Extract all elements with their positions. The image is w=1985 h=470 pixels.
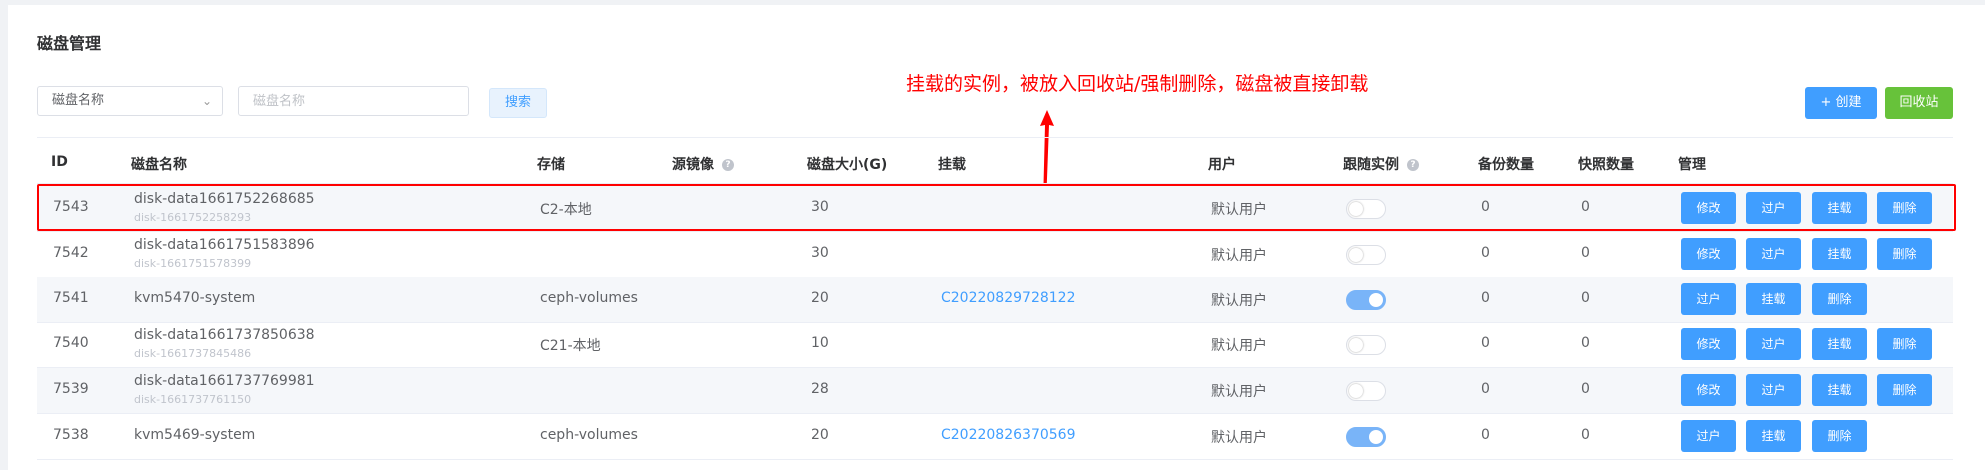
mount-button[interactable]: 挂载 <box>1812 328 1867 360</box>
table-row: 7542 disk-data1661751583896 disk-166175157… <box>37 232 1953 278</box>
delete-button[interactable]: 删除 <box>1812 283 1867 315</box>
cell-backup-count: 0 <box>1481 335 1490 351</box>
transfer-button[interactable]: 过户 <box>1746 328 1801 360</box>
cell-snapshot-count: 0 <box>1581 245 1590 261</box>
cell-size: 20 <box>811 427 829 443</box>
search-button[interactable]: 搜索 <box>489 88 547 118</box>
column-header-source-image: 源镜像? <box>672 154 734 174</box>
cell-disk-name: kvm5470-system <box>134 290 256 306</box>
edit-button[interactable]: 修改 <box>1681 238 1736 270</box>
cell-user: 默认用户 <box>1211 293 1267 309</box>
cell-storage: C21-本地 <box>540 338 601 354</box>
cell-id: 7540 <box>53 335 89 351</box>
search-input[interactable] <box>238 86 469 116</box>
cell-backup-count: 0 <box>1481 427 1490 443</box>
follow-instance-toggle[interactable] <box>1346 427 1386 447</box>
follow-instance-toggle[interactable] <box>1346 245 1386 265</box>
column-header-size: 磁盘大小(G) <box>807 157 888 173</box>
toggle-knob <box>1349 384 1363 398</box>
cell-snapshot-count: 0 <box>1581 290 1590 306</box>
cell-id: 7539 <box>53 381 89 397</box>
cell-size: 30 <box>811 245 829 261</box>
cell-snapshot-count: 0 <box>1581 335 1590 351</box>
follow-instance-toggle[interactable] <box>1346 290 1386 310</box>
transfer-button[interactable]: 过户 <box>1681 283 1736 315</box>
cell-user: 默认用户 <box>1211 338 1267 354</box>
edit-button[interactable]: 修改 <box>1681 374 1736 406</box>
column-header-snapshot-count: 快照数量 <box>1578 157 1634 173</box>
cell-size: 20 <box>811 290 829 306</box>
cell-size: 28 <box>811 381 829 397</box>
annotation-highlight-box <box>37 184 1956 231</box>
mount-button[interactable]: 挂载 <box>1746 283 1801 315</box>
table-row: 7540 disk-data1661737850638 disk-166173784… <box>37 322 1953 368</box>
follow-instance-toggle[interactable] <box>1346 335 1386 355</box>
cell-backup-count: 0 <box>1481 381 1490 397</box>
help-icon[interactable]: ? <box>1407 159 1419 171</box>
delete-button[interactable]: 删除 <box>1877 238 1932 270</box>
column-header-name: 磁盘名称 <box>131 157 187 173</box>
cell-snapshot-count: 0 <box>1581 381 1590 397</box>
toggle-knob <box>1349 338 1363 352</box>
cell-user: 默认用户 <box>1211 248 1267 264</box>
cell-disk-name: disk-data1661737769981 <box>134 373 315 389</box>
cell-disk-subname: disk-1661737761150 <box>134 393 252 406</box>
page-title: 磁盘管理 <box>37 34 102 53</box>
select-value: 磁盘名称 <box>52 93 105 108</box>
column-header-backup-count: 备份数量 <box>1478 157 1534 173</box>
annotation-text: 挂载的实例，被放入回收站/强制删除，磁盘被直接卸载 <box>906 73 1369 95</box>
create-button[interactable]: + 创建 <box>1805 87 1877 119</box>
cell-mount-link[interactable]: C20220826370569 <box>941 427 1075 443</box>
cell-size: 10 <box>811 335 829 351</box>
mount-button[interactable]: 挂载 <box>1812 374 1867 406</box>
toggle-knob <box>1369 430 1383 444</box>
column-header-follow-instance: 跟随实例? <box>1343 154 1419 174</box>
toggle-knob <box>1369 293 1383 307</box>
column-header-follow-label: 跟随实例 <box>1343 157 1399 173</box>
delete-button[interactable]: 删除 <box>1877 374 1932 406</box>
cell-disk-name: kvm5469-system <box>134 427 256 443</box>
table-row: 7538 kvm5469-system ceph-volumes 20 C2022082… <box>37 414 1953 460</box>
column-header-manage: 管理 <box>1678 157 1706 173</box>
cell-user: 默认用户 <box>1211 384 1267 400</box>
transfer-button[interactable]: 过户 <box>1746 374 1801 406</box>
edit-button[interactable]: 修改 <box>1681 328 1736 360</box>
column-header-storage: 存储 <box>537 157 565 173</box>
search-field-select[interactable]: 磁盘名称 ⌄ <box>37 86 223 116</box>
column-header-mount: 挂载 <box>938 157 966 173</box>
follow-instance-toggle[interactable] <box>1346 381 1386 401</box>
cell-storage: ceph-volumes <box>540 290 638 306</box>
chevron-down-icon: ⌄ <box>201 94 212 108</box>
cell-disk-subname: disk-1661737845486 <box>134 347 252 360</box>
delete-button[interactable]: 删除 <box>1812 420 1867 452</box>
cell-disk-name: disk-data1661751583896 <box>134 237 315 253</box>
column-header-id: ID <box>51 154 68 170</box>
header-divider <box>37 137 1953 138</box>
mount-button[interactable]: 挂载 <box>1746 420 1801 452</box>
cell-mount-link[interactable]: C20220829728122 <box>941 290 1075 306</box>
table-row: 7539 disk-data1661737769981 disk-166173776… <box>37 368 1953 414</box>
transfer-button[interactable]: 过户 <box>1681 420 1736 452</box>
cell-id: 7538 <box>53 427 89 443</box>
cell-user: 默认用户 <box>1211 430 1267 446</box>
cell-disk-subname: disk-1661751578399 <box>134 257 252 270</box>
cell-backup-count: 0 <box>1481 290 1490 306</box>
recycle-bin-button[interactable]: 回收站 <box>1885 87 1953 119</box>
toggle-knob <box>1349 248 1363 262</box>
help-icon[interactable]: ? <box>722 159 734 171</box>
delete-button[interactable]: 删除 <box>1877 328 1932 360</box>
cell-id: 7541 <box>53 290 89 306</box>
transfer-button[interactable]: 过户 <box>1746 238 1801 270</box>
table-row: 7541 kvm5470-system ceph-volumes 20 C2022082… <box>37 277 1953 323</box>
cell-backup-count: 0 <box>1481 245 1490 261</box>
cell-snapshot-count: 0 <box>1581 427 1590 443</box>
cell-id: 7542 <box>53 245 89 261</box>
cell-storage: ceph-volumes <box>540 427 638 443</box>
column-header-user: 用户 <box>1208 157 1236 173</box>
mount-button[interactable]: 挂载 <box>1812 238 1867 270</box>
column-header-source-label: 源镜像 <box>672 157 714 173</box>
cell-disk-name: disk-data1661737850638 <box>134 327 315 343</box>
